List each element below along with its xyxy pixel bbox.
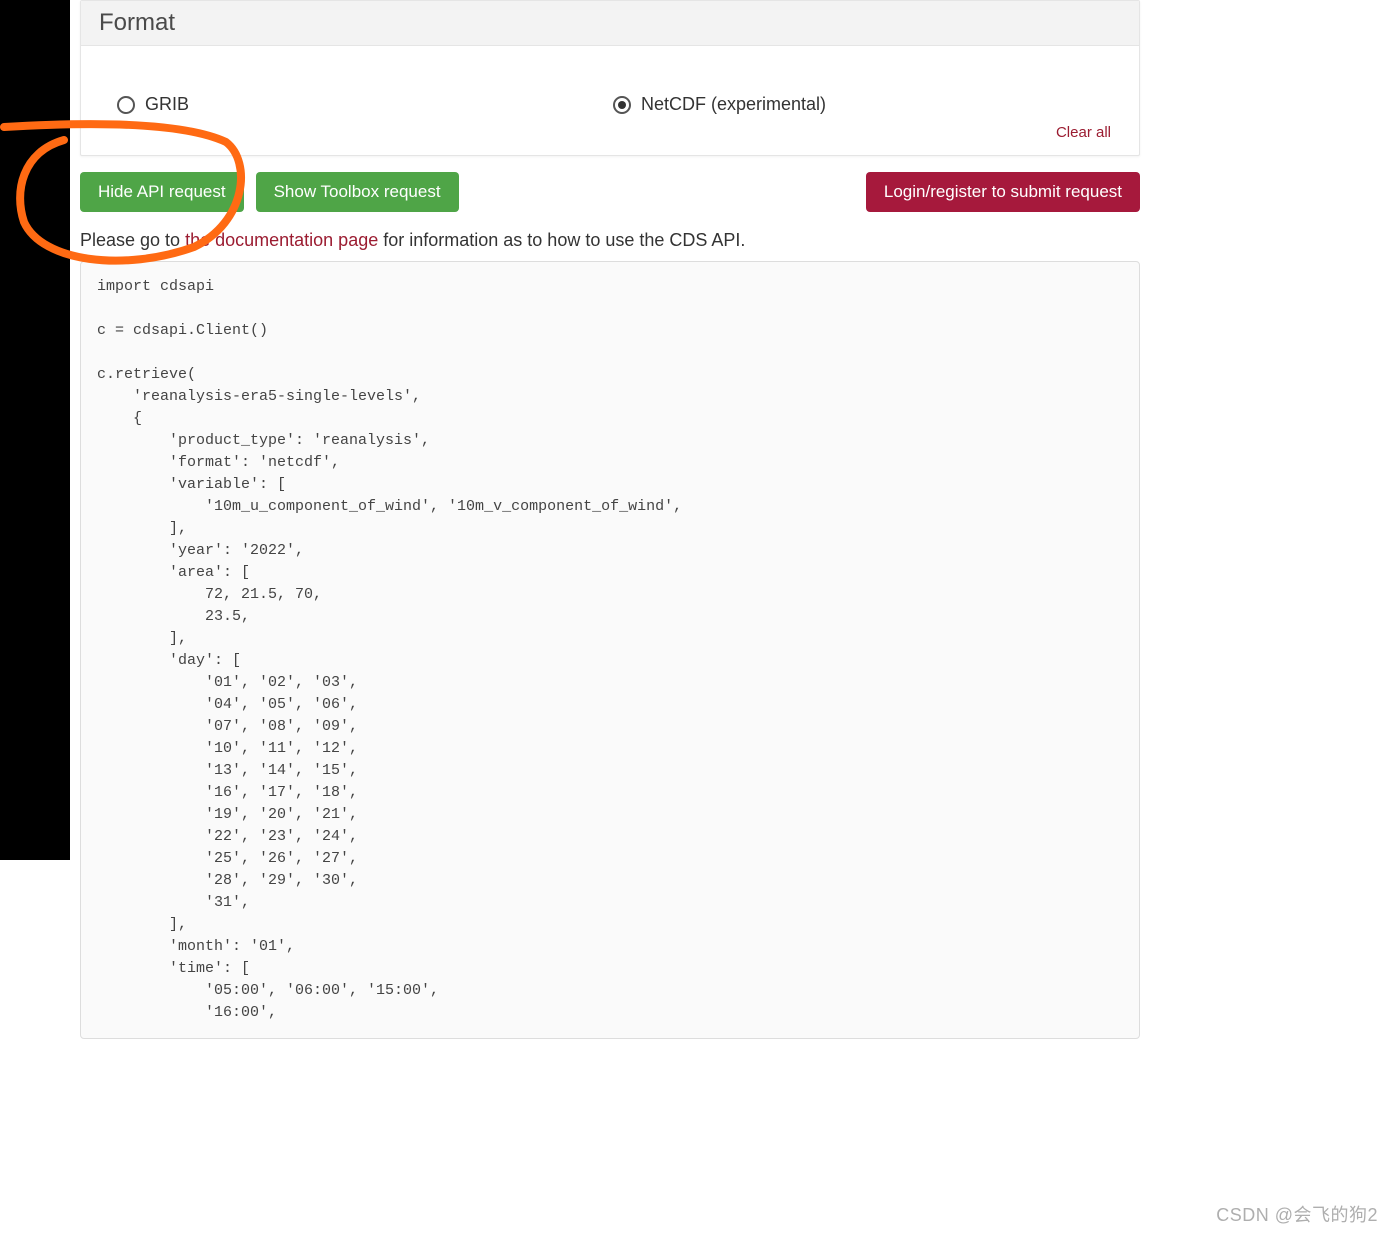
api-code-block[interactable]: import cdsapi c = cdsapi.Client() c.retr… — [80, 261, 1140, 1039]
documentation-link[interactable]: the documentation page — [185, 230, 378, 250]
hide-api-request-button[interactable]: Hide API request — [80, 172, 244, 212]
panel-title: Format — [81, 1, 1139, 46]
radio-netcdf[interactable]: NetCDF (experimental) — [613, 94, 1109, 115]
clear-all-link[interactable]: Clear all — [1056, 124, 1111, 141]
instruction-suffix: for information as to how to use the CDS… — [378, 230, 745, 250]
format-panel: Format GRIB NetCDF (experimental) Clear … — [80, 0, 1140, 156]
button-row: Hide API request Show Toolbox request Lo… — [80, 172, 1140, 212]
instruction-text: Please go to the documentation page for … — [80, 230, 1140, 251]
radio-grib[interactable]: GRIB — [117, 94, 613, 115]
radio-icon — [117, 96, 135, 114]
radio-grib-label: GRIB — [145, 94, 189, 115]
login-register-button[interactable]: Login/register to submit request — [866, 172, 1140, 212]
left-black-strip — [0, 0, 70, 860]
radio-icon — [613, 96, 631, 114]
radio-netcdf-label: NetCDF (experimental) — [641, 94, 826, 115]
instruction-prefix: Please go to — [80, 230, 185, 250]
show-toolbox-request-button[interactable]: Show Toolbox request — [256, 172, 459, 212]
watermark: CSDN @会飞的狗2 — [1216, 1201, 1378, 1227]
